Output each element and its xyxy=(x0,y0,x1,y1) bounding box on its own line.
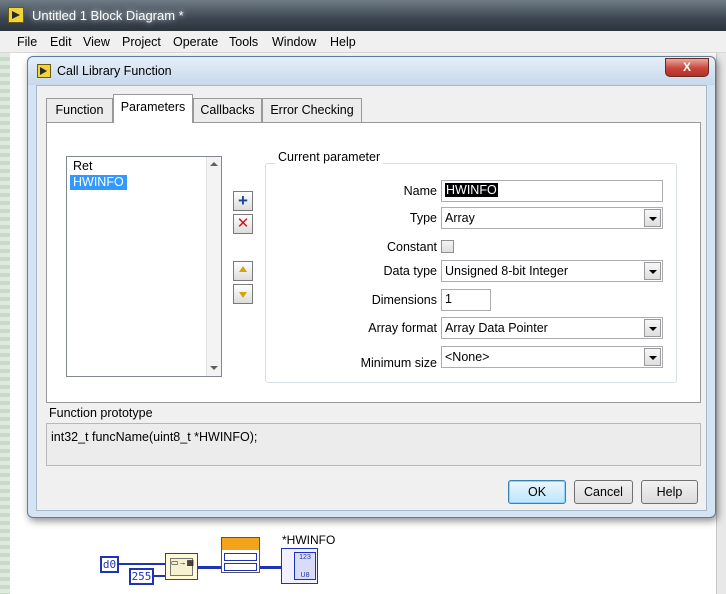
type-label: Type xyxy=(409,211,437,225)
constant-d0[interactable]: d0 xyxy=(100,556,119,573)
menu-tools[interactable]: Tools xyxy=(229,35,258,49)
name-label: Name xyxy=(403,184,437,198)
menu-operate[interactable]: Operate xyxy=(173,35,218,49)
array-format-value: Array Data Pointer xyxy=(445,321,548,335)
ok-button[interactable]: OK xyxy=(508,480,566,504)
constant-255[interactable]: 255 xyxy=(129,568,154,585)
chevron-down-icon[interactable] xyxy=(644,209,661,227)
list-scrollbar[interactable] xyxy=(206,157,221,376)
prototype-box: int32_t funcName(uint8_t *HWINFO); xyxy=(46,423,701,466)
menu-project[interactable]: Project xyxy=(122,35,161,49)
chevron-down-icon[interactable] xyxy=(644,319,661,337)
data-type-select[interactable]: Unsigned 8-bit Integer xyxy=(441,260,663,282)
tab-function[interactable]: Function xyxy=(46,98,113,122)
indicator-label: *HWINFO xyxy=(282,533,336,547)
type-select[interactable]: Array xyxy=(441,207,663,229)
dialog-title: Call Library Function xyxy=(57,64,172,78)
wire-array-out[interactable] xyxy=(260,566,281,569)
menu-view[interactable]: View xyxy=(83,35,110,49)
move-down-button[interactable] xyxy=(233,284,253,304)
tab-error-checking[interactable]: Error Checking xyxy=(262,98,362,122)
initialize-array-node[interactable]: ▭→▦ xyxy=(165,553,198,580)
wire-d0[interactable] xyxy=(119,563,165,565)
name-field[interactable]: HWINFO xyxy=(441,180,663,202)
menu-bar: File Edit View Project Operate Tools Win… xyxy=(0,31,726,53)
tab-parameters[interactable]: Parameters xyxy=(113,94,193,123)
menu-file[interactable]: File xyxy=(17,35,37,49)
data-type-label: Data type xyxy=(383,264,437,278)
library-function-icon xyxy=(222,538,259,550)
constant-label: Constant xyxy=(386,240,437,254)
wire-255[interactable] xyxy=(154,575,165,577)
list-item-ret[interactable]: Ret xyxy=(70,159,95,174)
dialog-app-icon xyxy=(37,64,51,78)
wire-array-in[interactable] xyxy=(198,566,221,569)
scroll-up-arrow-icon[interactable] xyxy=(210,162,218,166)
dimensions-field[interactable]: 1 xyxy=(441,289,491,311)
return-terminal xyxy=(224,553,257,561)
canvas-scrollbar[interactable] xyxy=(716,53,726,594)
hwinfo-terminal xyxy=(224,563,257,571)
dimensions-label: Dimensions xyxy=(371,293,437,307)
dialog-body: Function Parameters Callbacks Error Chec… xyxy=(36,85,707,511)
data-type-value: Unsigned 8-bit Integer xyxy=(445,264,568,278)
type-value: Array xyxy=(445,211,475,225)
add-parameter-button[interactable]: + xyxy=(233,191,253,211)
hwinfo-indicator[interactable]: 123 U8 xyxy=(281,548,318,584)
call-library-function-dialog: Call Library Function X Function Paramet… xyxy=(27,56,716,518)
labview-app-icon xyxy=(8,7,24,23)
chevron-down-icon[interactable] xyxy=(644,348,661,366)
dialog-titlebar[interactable]: Call Library Function X xyxy=(28,57,715,85)
u8-array-indicator-icon: 123 U8 xyxy=(294,552,316,580)
scroll-down-arrow-icon[interactable] xyxy=(210,366,218,370)
delete-parameter-button[interactable]: ✕ xyxy=(233,214,253,234)
arrow-down-icon xyxy=(239,292,247,298)
close-button[interactable]: X xyxy=(665,58,709,77)
minimum-size-select[interactable]: <None> xyxy=(441,346,663,368)
minimum-size-label: Minimum size xyxy=(360,356,437,370)
window-titlebar: Untitled 1 Block Diagram * xyxy=(0,0,726,31)
menu-window[interactable]: Window xyxy=(272,35,316,49)
chevron-down-icon[interactable] xyxy=(644,262,661,280)
constant-checkbox[interactable] xyxy=(441,240,454,253)
window-title: Untitled 1 Block Diagram * xyxy=(32,8,184,23)
menu-edit[interactable]: Edit xyxy=(50,35,72,49)
canvas-left-edge xyxy=(0,53,10,594)
menu-help[interactable]: Help xyxy=(330,35,356,49)
current-parameter-title: Current parameter xyxy=(275,150,384,164)
array-format-select[interactable]: Array Data Pointer xyxy=(441,317,663,339)
move-up-button[interactable] xyxy=(233,261,253,281)
list-item-hwinfo[interactable]: HWINFO xyxy=(70,175,127,190)
indicator-type: U8 xyxy=(300,572,310,579)
prototype-label: Function prototype xyxy=(49,406,153,420)
initialize-array-icon: ▭→▦ xyxy=(170,558,194,576)
arrow-up-icon xyxy=(239,266,247,272)
array-format-label: Array format xyxy=(368,321,437,335)
name-value: HWINFO xyxy=(445,183,498,197)
minimum-size-value: <None> xyxy=(445,350,490,364)
help-button[interactable]: Help xyxy=(641,480,698,504)
tab-callbacks[interactable]: Callbacks xyxy=(193,98,262,122)
call-library-function-node[interactable] xyxy=(221,537,260,573)
cancel-button[interactable]: Cancel xyxy=(574,480,633,504)
parameter-list[interactable]: Ret HWINFO xyxy=(66,156,222,377)
